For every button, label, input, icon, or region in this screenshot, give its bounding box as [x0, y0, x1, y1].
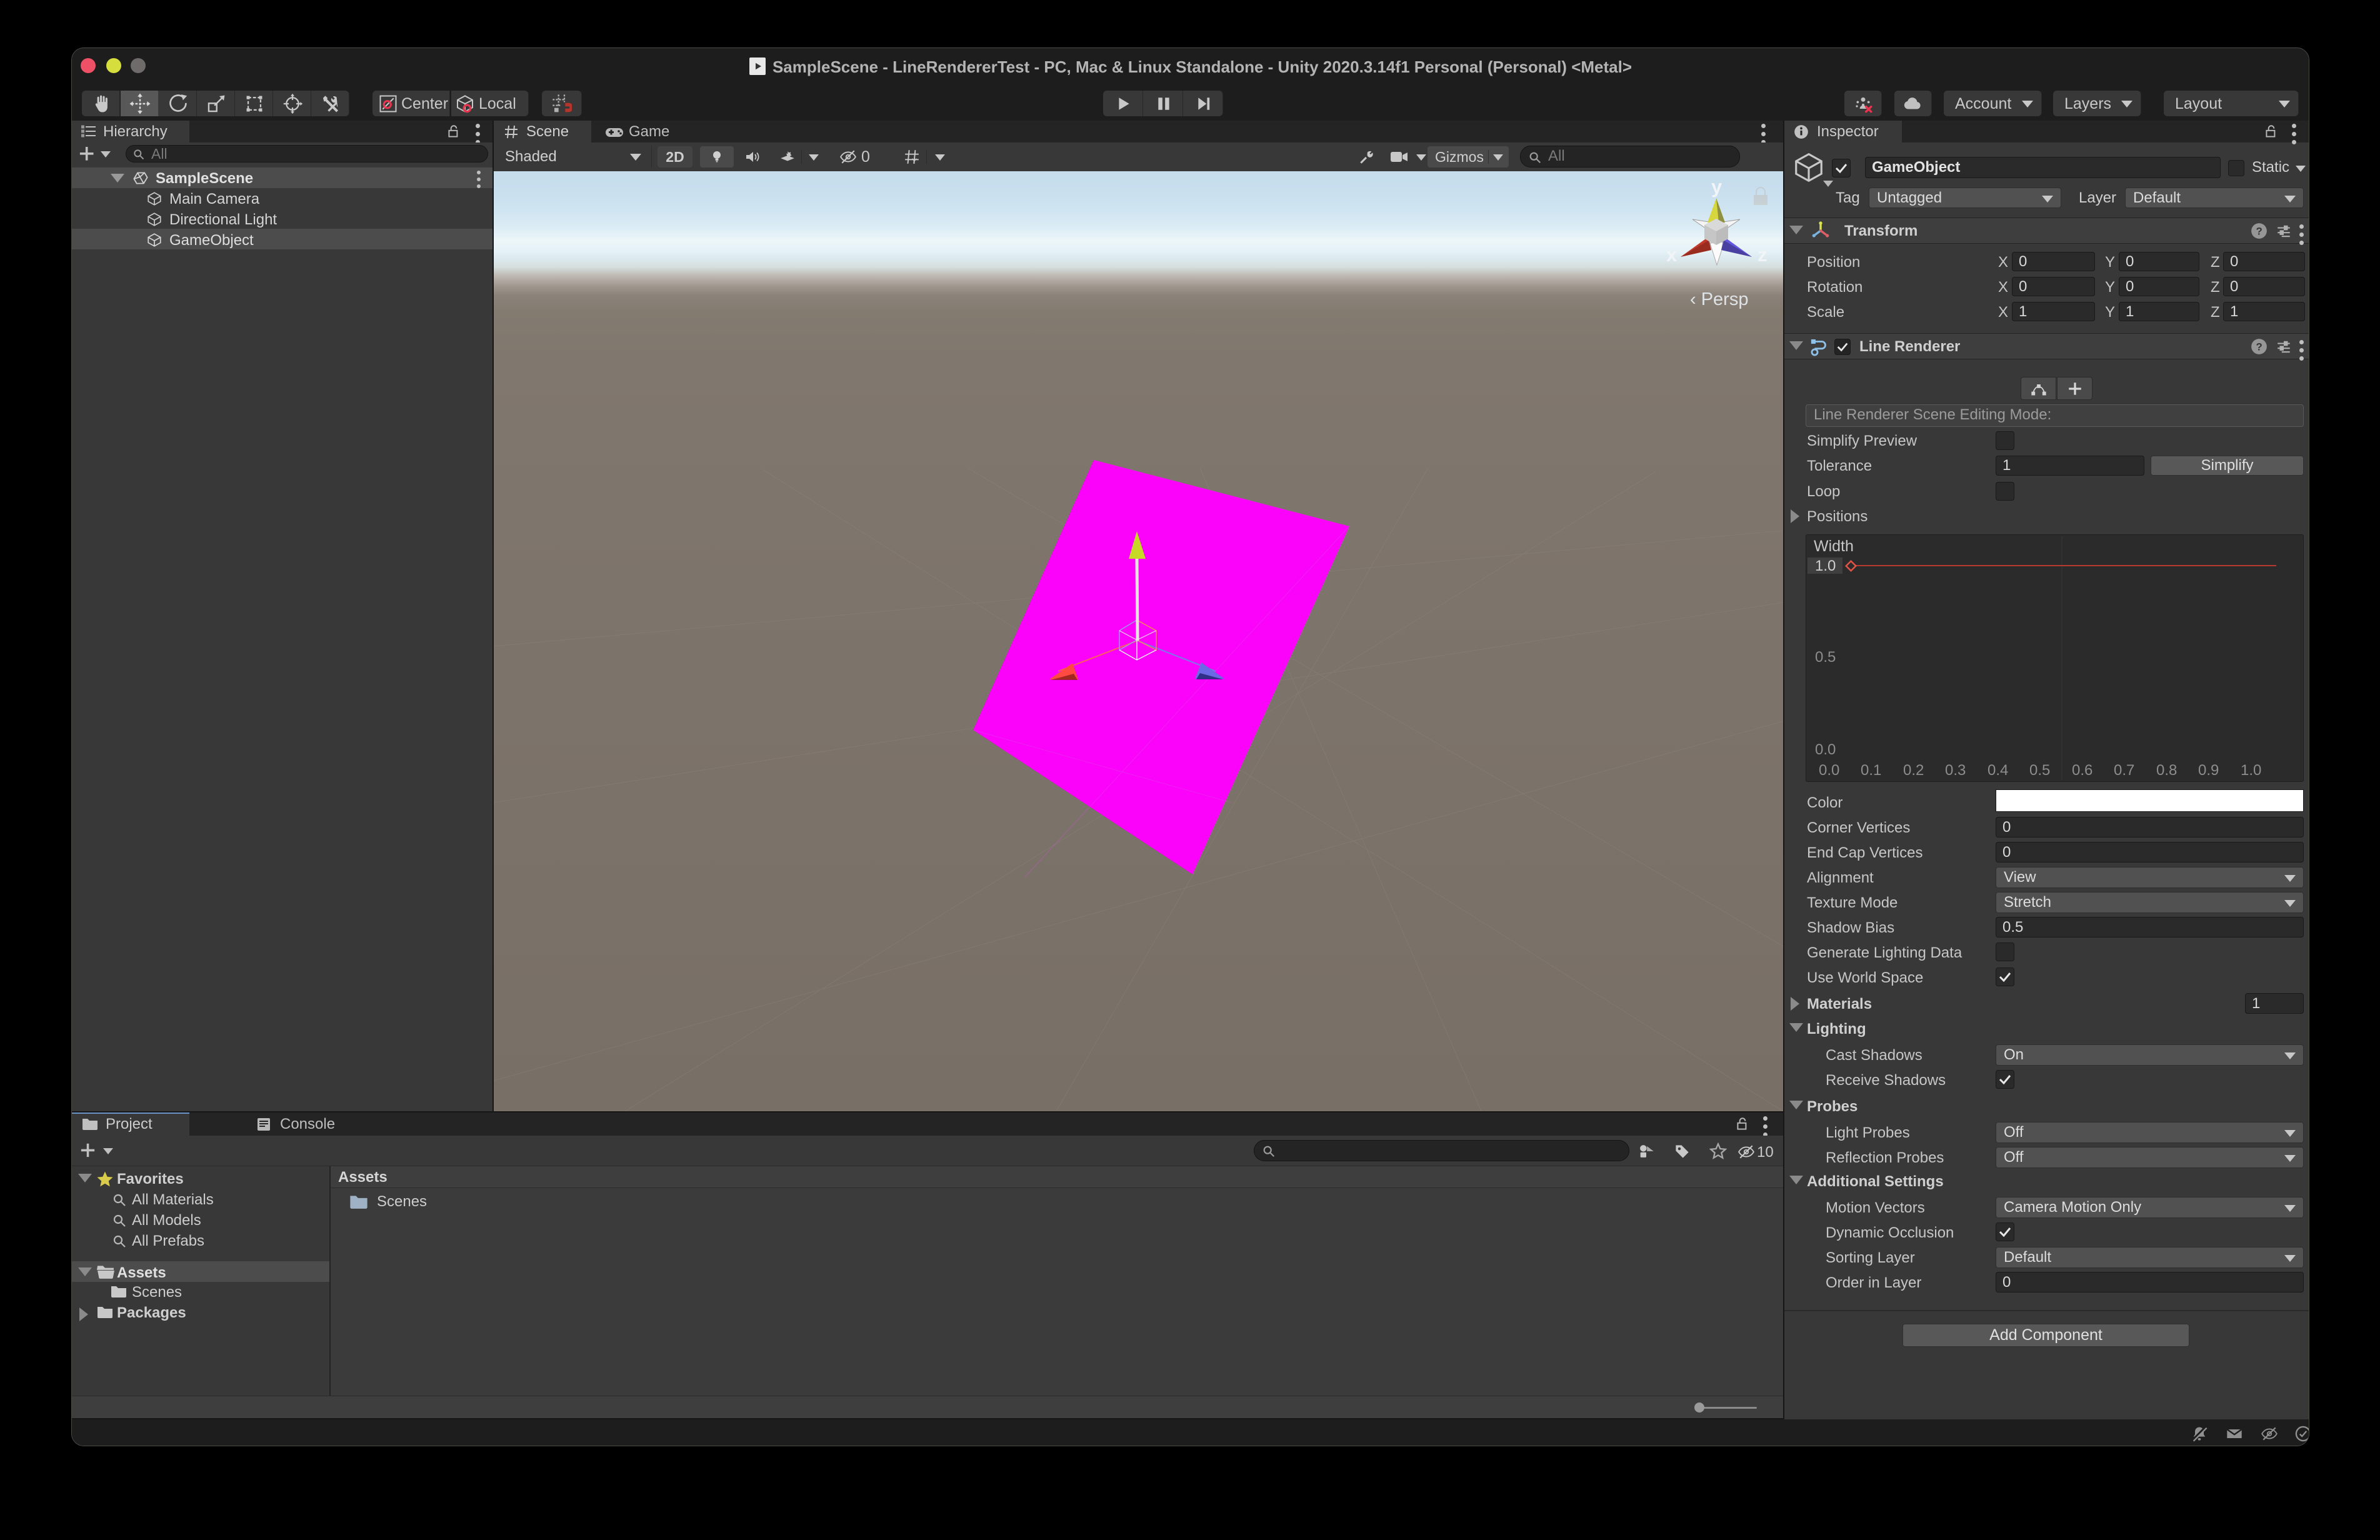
svg-text:y: y: [1711, 176, 1722, 198]
svg-text:z: z: [1758, 244, 1768, 266]
svg-text:‹ Persp: ‹ Persp: [1690, 289, 1748, 309]
svg-text:?: ?: [2256, 226, 2262, 238]
svg-text:Y: Y: [912, 157, 917, 165]
svg-text:x: x: [1666, 244, 1678, 266]
svg-text:?: ?: [2256, 341, 2262, 353]
